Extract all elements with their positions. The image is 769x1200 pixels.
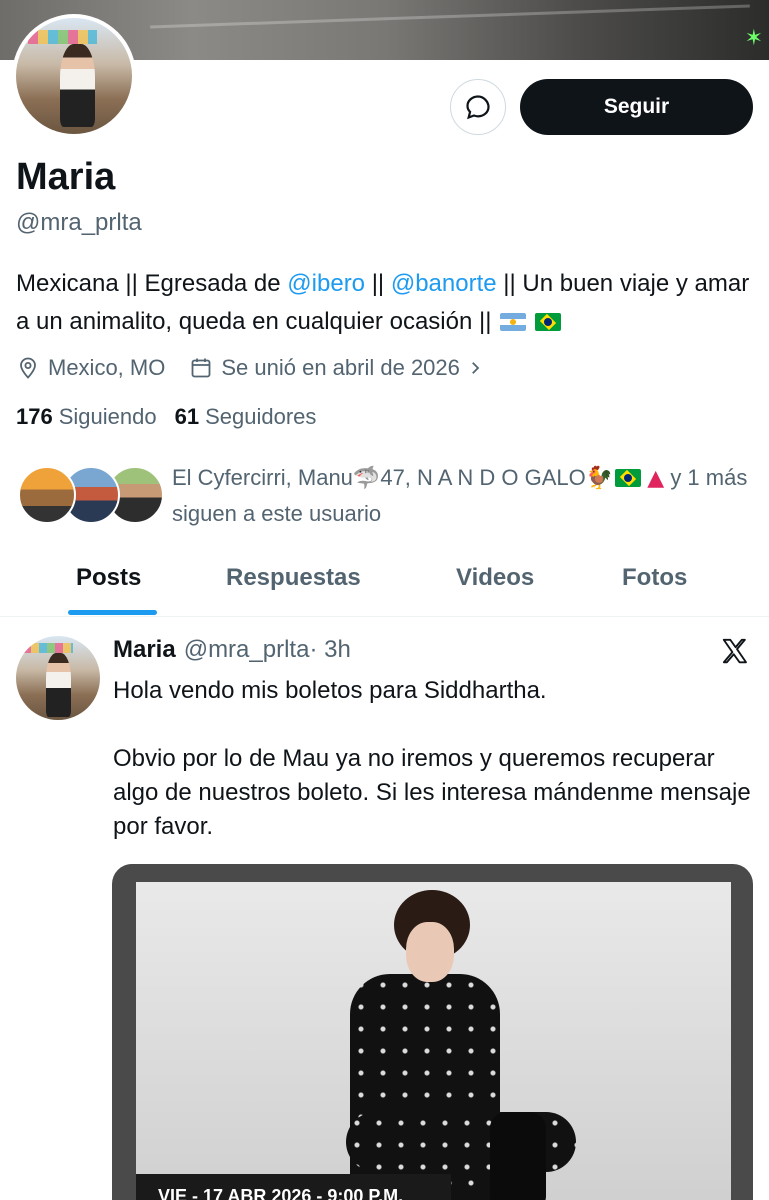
known-followers-avatars[interactable] bbox=[18, 466, 164, 528]
post-author-name[interactable]: Maria bbox=[113, 636, 176, 664]
post-author-avatar[interactable] bbox=[16, 636, 100, 720]
joined-item[interactable]: Se unió en abril de 2026 bbox=[189, 355, 492, 381]
following-count: 176 bbox=[16, 404, 53, 429]
profile-bio: Mexicana || Egresada de @ibero || @banor… bbox=[16, 265, 756, 341]
photo-background bbox=[136, 882, 731, 1200]
profile-meta: Mexico, MO Se unió en abril de 2026 bbox=[16, 352, 516, 384]
location-item: Mexico, MO bbox=[16, 355, 165, 381]
post-body-text: Hola vendo mis boletos para Siddhartha. … bbox=[113, 677, 751, 840]
profile-handle: @mra_prlta bbox=[16, 209, 142, 236]
profile-page: ✶ Seguir Maria @mra_prlta Mexicana || Eg… bbox=[0, 0, 769, 1200]
post-header: Maria @mra_prlta · 3h bbox=[113, 636, 351, 664]
location-pin-icon bbox=[20, 357, 36, 379]
post-author-handle[interactable]: @mra_prlta bbox=[184, 636, 310, 664]
profile-display-name: Maria bbox=[16, 156, 116, 198]
avatar bbox=[18, 466, 76, 524]
active-tab-indicator bbox=[68, 610, 157, 615]
brazil-flag-icon bbox=[534, 313, 561, 331]
bio-mention-ibero[interactable]: @ibero bbox=[287, 270, 365, 297]
avatar-bunting bbox=[27, 29, 98, 44]
joined-text: Se unió en abril de 2026 bbox=[221, 355, 460, 380]
banner-streak bbox=[150, 4, 750, 29]
known-followers-names: El Cyfercirri, Manu bbox=[172, 465, 353, 490]
follow-stats: 176 Siguiendo 61 Seguidores bbox=[16, 404, 334, 430]
following-label: Siguiendo bbox=[58, 404, 157, 429]
photo-subject-boot bbox=[490, 1112, 546, 1200]
post-timestamp[interactable]: · 3h bbox=[309, 636, 350, 664]
avatar-photo bbox=[16, 18, 132, 134]
rooster-icon: 🐓 bbox=[585, 466, 614, 491]
avatar-bunting bbox=[22, 642, 74, 653]
known-followers-text[interactable]: El Cyfercirri, Manu🦈47, N A N D O GALO🐓 … bbox=[172, 460, 757, 531]
message-button[interactable] bbox=[450, 79, 506, 135]
profile-tabs: Posts Respuestas Videos Fotos bbox=[0, 556, 769, 617]
avatar-person bbox=[46, 652, 72, 717]
follow-button[interactable]: Seguir bbox=[520, 79, 753, 135]
followers-label: Seguidores bbox=[205, 404, 317, 429]
profile-avatar[interactable] bbox=[12, 14, 136, 138]
bio-mention-banorte[interactable]: @banorte bbox=[391, 270, 497, 297]
photo-subject-face bbox=[406, 922, 454, 982]
argentina-flag-icon bbox=[500, 313, 527, 331]
red-triangle-icon: ▲ bbox=[647, 466, 665, 491]
bio-text: Mexicana || Egresada de bbox=[16, 270, 288, 297]
bio-text: || bbox=[365, 270, 391, 297]
brazil-flag-icon bbox=[615, 469, 642, 487]
message-icon bbox=[466, 95, 490, 120]
x-logo-icon bbox=[722, 638, 747, 664]
avatar-person bbox=[60, 43, 95, 128]
shark-icon: 🦈 bbox=[352, 466, 381, 491]
calendar-icon bbox=[191, 358, 211, 378]
known-followers-names-2: 47, N A N D O GALO bbox=[380, 465, 586, 490]
tab-posts[interactable]: Posts bbox=[76, 564, 141, 592]
media-caption-banner: VIE - 17 ABR 2026 - 9:00 P.M. bbox=[136, 1174, 451, 1200]
tab-respuestas[interactable]: Respuestas bbox=[226, 564, 361, 592]
following-link[interactable]: 176 Siguiendo bbox=[16, 404, 157, 430]
followers-link[interactable]: 61 Seguidores bbox=[175, 404, 317, 430]
tab-fotos[interactable]: Fotos bbox=[622, 564, 687, 592]
chevron-right-icon bbox=[472, 362, 480, 374]
location-text: Mexico, MO bbox=[48, 355, 166, 380]
banner-glow: ✶ bbox=[744, 26, 763, 51]
post-media-image[interactable]: VIE - 17 ABR 2026 - 9:00 P.M. bbox=[112, 864, 753, 1200]
followers-count: 61 bbox=[174, 404, 200, 429]
tab-videos[interactable]: Videos bbox=[456, 564, 534, 592]
